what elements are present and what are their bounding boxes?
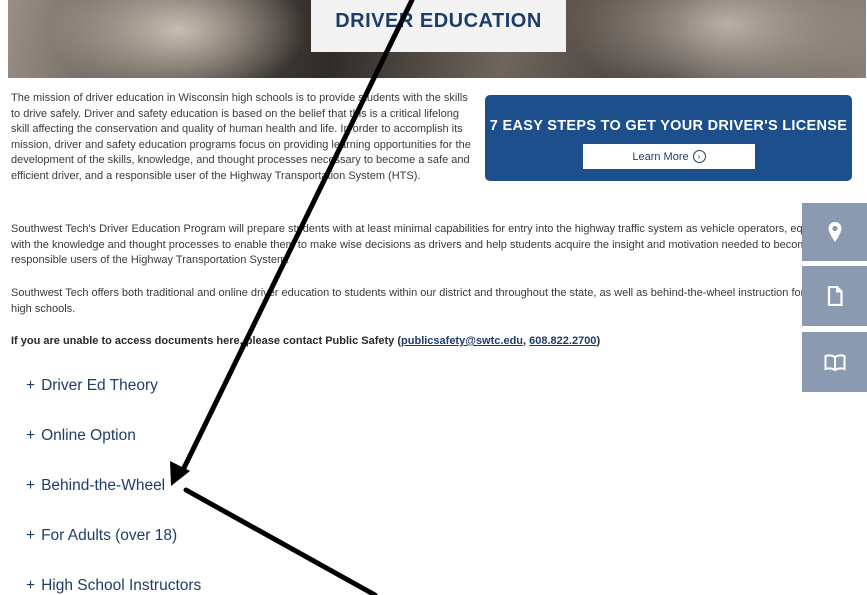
page-title: DRIVER EDUCATION bbox=[335, 9, 542, 32]
document-icon bbox=[827, 286, 843, 306]
hero-image-highlight bbox=[568, 0, 866, 78]
expand-plus-icon: + bbox=[26, 527, 36, 544]
contact-suffix: ) bbox=[596, 335, 601, 347]
hero-banner: DRIVER EDUCATION bbox=[8, 0, 866, 78]
side-button-catalog[interactable] bbox=[802, 332, 867, 392]
intro-paragraph: The mission of driver education in Wisco… bbox=[11, 92, 471, 182]
expand-plus-icon: + bbox=[26, 477, 36, 494]
hero-title-box: DRIVER EDUCATION bbox=[311, 0, 566, 52]
accordion-for-adults[interactable]: + For Adults (over 18) bbox=[26, 527, 177, 545]
program-paragraph: Southwest Tech's Driver Education Progra… bbox=[11, 223, 862, 266]
side-button-location[interactable] bbox=[802, 203, 867, 261]
expand-plus-icon: + bbox=[26, 377, 36, 394]
accordion-label: Driver Ed Theory bbox=[41, 377, 158, 394]
accordion-online-option[interactable]: + Online Option bbox=[26, 427, 136, 445]
contact-paragraph: If you are unable to access documents he… bbox=[11, 334, 863, 350]
circle-arrow-icon: › bbox=[692, 150, 706, 163]
accordion-label: Online Option bbox=[41, 427, 136, 444]
annotation-arrow-line bbox=[183, 487, 378, 595]
side-button-documents[interactable] bbox=[802, 266, 867, 326]
accordion-label: Behind-the-Wheel bbox=[41, 477, 166, 494]
map-pin-icon bbox=[828, 222, 841, 242]
learn-more-button[interactable]: Learn More › bbox=[583, 144, 755, 169]
learn-more-label: Learn More bbox=[632, 150, 689, 163]
email-link[interactable]: publicsafety@swtc.edu bbox=[401, 335, 523, 347]
accordion-label: For Adults (over 18) bbox=[41, 527, 178, 544]
license-steps-banner: 7 EASY STEPS TO GET YOUR DRIVER'S LICENS… bbox=[485, 95, 852, 181]
accordion-driver-ed-theory[interactable]: + Driver Ed Theory bbox=[26, 377, 158, 395]
contact-prefix: If you are unable to access documents he… bbox=[11, 335, 402, 347]
book-icon bbox=[824, 354, 845, 371]
offerings-paragraph: Southwest Tech offers both traditional a… bbox=[11, 287, 859, 315]
accordion-behind-the-wheel[interactable]: + Behind-the-Wheel bbox=[26, 477, 165, 495]
annotation-arrowhead-icon bbox=[170, 461, 190, 486]
accordion-high-school-instructors[interactable]: + High School Instructors bbox=[26, 577, 201, 595]
expand-plus-icon: + bbox=[26, 427, 36, 444]
phone-link[interactable]: 608.822.2700 bbox=[529, 335, 596, 347]
license-steps-title: 7 EASY STEPS TO GET YOUR DRIVER'S LICENS… bbox=[489, 118, 848, 134]
accordion-label: High School Instructors bbox=[41, 577, 202, 594]
hero-image-highlight bbox=[48, 0, 308, 78]
expand-plus-icon: + bbox=[26, 577, 36, 594]
